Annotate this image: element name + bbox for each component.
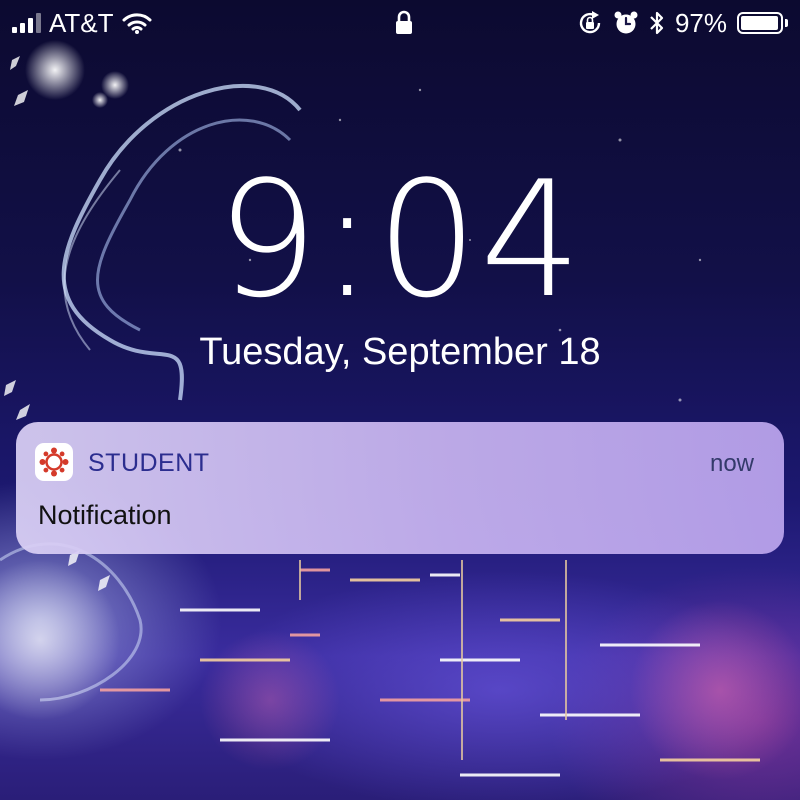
notification-card[interactable]: STUDENT now Notification <box>16 422 784 554</box>
battery-icon <box>737 12 788 34</box>
carrier-label: AT&T <box>49 7 114 38</box>
notification-body: Notification <box>38 500 172 530</box>
alarm-icon <box>614 11 638 34</box>
bluetooth-icon <box>650 11 664 35</box>
lock-icon <box>396 10 412 34</box>
canvas-student-icon <box>35 443 73 481</box>
orientation-lock-icon <box>579 11 601 34</box>
lock-screen: AT&T 97% 9:04 Tuesday, September 18 STUD… <box>0 0 800 800</box>
notification-app-name: STUDENT <box>88 449 210 477</box>
wifi-icon <box>122 13 152 34</box>
wallpaper-image <box>0 40 800 780</box>
notification-time: now <box>709 450 754 477</box>
status-bar: AT&T 97% <box>0 0 800 46</box>
status-bar-left: AT&T <box>12 8 152 38</box>
lock-screen-time: 9:04 <box>216 146 584 333</box>
battery-percent: 97% <box>674 7 727 38</box>
signal-icon <box>12 13 41 33</box>
status-bar-right: 97% <box>577 8 788 38</box>
lock-screen-date: Tuesday, September 18 <box>199 331 601 373</box>
